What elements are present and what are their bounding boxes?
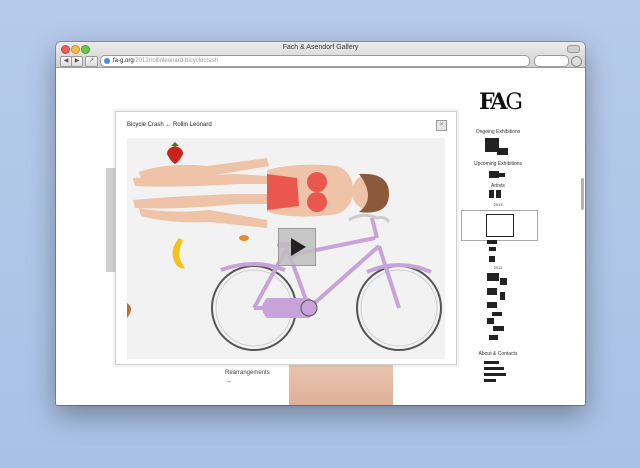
fork bbox=[377, 245, 401, 309]
bagel-illustration bbox=[127, 303, 131, 318]
banana-illustration bbox=[172, 238, 185, 269]
nav-upcoming-exhibitions[interactable]: Upcoming Exhibitions bbox=[453, 161, 543, 167]
list-thumb-8[interactable] bbox=[487, 302, 497, 308]
page-content: Rearrangements → FAG Ongoing Exhibitions… bbox=[56, 68, 585, 405]
vertical-scrollbar[interactable] bbox=[581, 178, 584, 210]
selected-thumb[interactable] bbox=[486, 214, 514, 237]
nav-about-contacts[interactable]: About & Contacts bbox=[453, 351, 543, 357]
url-path: /2012/rollinleonard-bicyclecrash bbox=[133, 58, 219, 64]
bikini-bottom-shape bbox=[267, 174, 299, 210]
window-title: Fach & Asendorf Gallery bbox=[282, 44, 359, 51]
upcoming-thumb-1[interactable] bbox=[489, 171, 499, 178]
list-thumb-2[interactable] bbox=[489, 247, 496, 251]
front-fender bbox=[366, 263, 432, 274]
forward-button[interactable]: ▶ bbox=[71, 56, 83, 67]
list-thumb-5[interactable] bbox=[500, 278, 507, 285]
modal-title: Bicycle Crash ← Rollin Leonard bbox=[127, 122, 212, 128]
list-thumb-9[interactable] bbox=[492, 312, 502, 316]
gallery-logo[interactable]: FAG bbox=[479, 89, 523, 115]
lower-arm-shape bbox=[139, 208, 267, 228]
list-thumb-6[interactable] bbox=[487, 288, 497, 295]
strawberry-illustration bbox=[167, 142, 183, 164]
nav-ongoing-exhibitions[interactable]: Ongoing Exhibitions bbox=[453, 129, 543, 135]
footer-line-4 bbox=[484, 379, 496, 382]
list-thumb-7[interactable] bbox=[500, 292, 505, 300]
leg-bottom-shape bbox=[133, 194, 267, 209]
list-thumb-4[interactable] bbox=[487, 273, 499, 281]
bikini-top-right bbox=[307, 192, 327, 212]
footer-line-3 bbox=[484, 373, 506, 376]
artist-thumb-2[interactable] bbox=[496, 190, 501, 198]
exhibition-thumbnail[interactable] bbox=[289, 365, 393, 405]
list-thumb-11[interactable] bbox=[493, 326, 504, 331]
globe-icon bbox=[104, 58, 110, 64]
bikini-top-left bbox=[307, 172, 327, 192]
search-field[interactable] bbox=[534, 55, 569, 67]
downloads-button[interactable] bbox=[571, 56, 582, 67]
upcoming-thumb-2[interactable] bbox=[499, 173, 505, 177]
list-thumb-3[interactable] bbox=[489, 256, 495, 262]
footer-line-2 bbox=[484, 367, 504, 370]
ongoing-thumb-2[interactable] bbox=[497, 148, 508, 155]
nav-artists[interactable]: Artists bbox=[453, 183, 543, 189]
caption-arrow-icon[interactable]: → bbox=[225, 378, 232, 385]
lightbox-modal: Bicycle Crash ← Rollin Leonard × bbox=[115, 111, 457, 365]
carrot-illustration bbox=[239, 235, 249, 241]
list-thumb-1[interactable] bbox=[487, 240, 497, 244]
crank bbox=[300, 299, 318, 317]
down-tube bbox=[307, 244, 381, 310]
play-button[interactable] bbox=[278, 228, 316, 266]
list-thumb-10[interactable] bbox=[487, 318, 494, 324]
nav-year-2011[interactable]: 2011 bbox=[453, 265, 543, 270]
exhibition-caption[interactable]: Rearrangements bbox=[225, 370, 270, 376]
share-button[interactable]: ↗ bbox=[85, 56, 98, 67]
address-bar[interactable]: fa-g.org/2012/rollinleonard-bicyclecrash bbox=[100, 55, 530, 67]
title-bar: Fach & Asendorf Gallery ◀ ▶ ↗ fa-g.org/2… bbox=[56, 42, 585, 68]
play-icon bbox=[291, 238, 306, 256]
nav-year-2013[interactable]: 2013 bbox=[453, 202, 543, 207]
handlebar bbox=[348, 213, 391, 223]
artwork-photo[interactable] bbox=[127, 138, 445, 359]
footer-line-1 bbox=[484, 361, 499, 364]
toolbar-toggle-button[interactable] bbox=[567, 45, 580, 53]
url-domain: fa-g.org bbox=[113, 58, 134, 64]
close-icon[interactable]: × bbox=[436, 120, 447, 131]
head-tube bbox=[370, 217, 379, 239]
artist-thumb-1[interactable] bbox=[489, 190, 494, 198]
browser-window: Fach & Asendorf Gallery ◀ ▶ ↗ fa-g.org/2… bbox=[56, 42, 585, 405]
list-thumb-12[interactable] bbox=[489, 335, 498, 340]
